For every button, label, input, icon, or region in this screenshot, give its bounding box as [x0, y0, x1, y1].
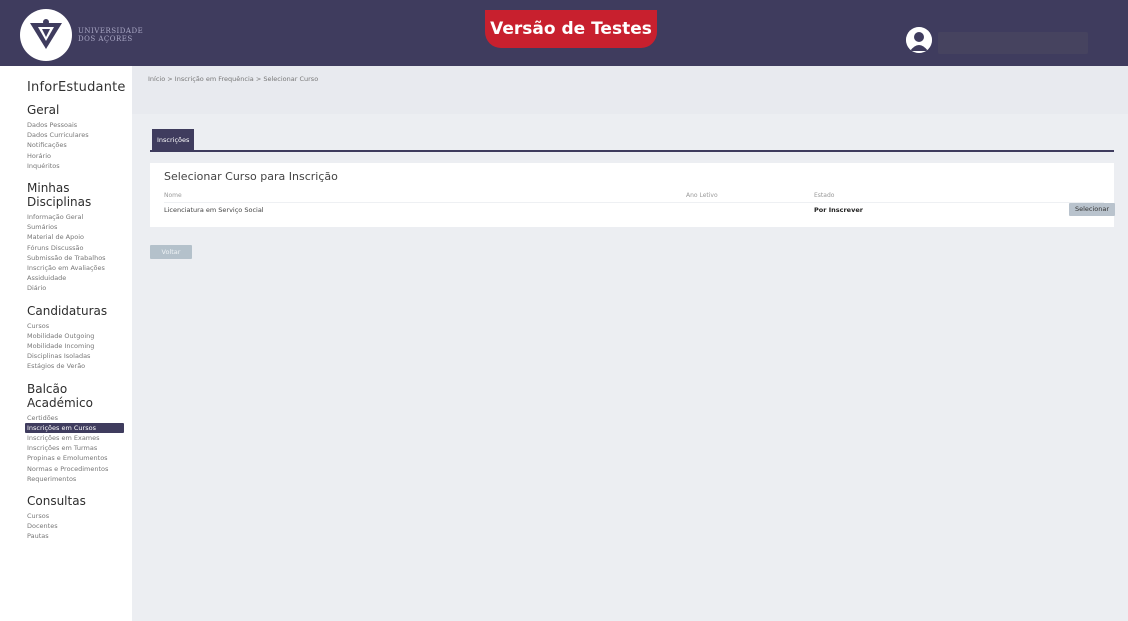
section-title-minhas-disciplinas: Minhas Disciplinas	[27, 181, 92, 210]
sidebar-item-certidoes[interactable]: Certidões	[27, 413, 132, 423]
select-button[interactable]: Selecionar	[1069, 203, 1115, 216]
tab-inscricoes[interactable]: Inscrições	[152, 129, 195, 151]
sidebar-item-inscricoes-cursos[interactable]: Inscrições em Cursos	[25, 422, 124, 434]
top-bar: UNIVERSIDADE DOS AÇORES Versão de Testes	[0, 0, 1128, 66]
sidebar-item-assiduidade[interactable]: Assiduidade	[27, 273, 132, 283]
course-name-cell: Licenciatura em Serviço Social	[164, 206, 264, 214]
card-title: Selecionar Curso para Inscrição	[164, 170, 338, 183]
section-title-geral: Geral	[27, 103, 60, 117]
sidebar-item-foruns-discussao[interactable]: Fóruns Discussão	[27, 243, 132, 253]
sidebar-item-estagios-verao[interactable]: Estágios de Verão	[27, 361, 132, 371]
sidebar-item-cursos[interactable]: Cursos	[27, 321, 132, 331]
sidebar-item-sumarios[interactable]: Sumários	[27, 222, 132, 232]
sidebar-item-submissao-trabalhos[interactable]: Submissão de Trabalhos	[27, 253, 132, 263]
sidebar-item-dados-curriculares[interactable]: Dados Curriculares	[27, 130, 132, 140]
sidebar-item-requerimentos[interactable]: Requerimentos	[27, 474, 132, 484]
column-header-nome: Nome	[164, 192, 182, 199]
back-button[interactable]: Voltar	[150, 245, 192, 259]
sidebar-item-inscricao-avaliacoes[interactable]: Inscrição em Avaliações	[27, 263, 132, 273]
logo-text: UNIVERSIDADE DOS AÇORES	[78, 27, 144, 43]
test-version-banner: Versão de Testes	[485, 10, 657, 48]
sidebar-item-dados-pessoais[interactable]: Dados Pessoais	[27, 120, 132, 130]
sidebar-item-horario[interactable]: Horário	[27, 151, 132, 161]
section-title-consultas: Consultas	[27, 494, 86, 509]
sidebar-item-mobilidade-incoming[interactable]: Mobilidade Incoming	[27, 341, 132, 351]
sidebar-item-notificacoes[interactable]: Notificações	[27, 140, 132, 150]
column-header-estado: Estado	[814, 192, 835, 199]
banner-label: Versão de Testes	[490, 19, 652, 39]
user-avatar-icon[interactable]	[906, 27, 932, 53]
sidebar-item-inqueritos[interactable]: Inquéritos	[27, 161, 132, 171]
user-name-field[interactable]	[938, 32, 1088, 54]
section-title-candidaturas: Candidaturas	[27, 303, 108, 318]
status-cell: Por Inscrever	[814, 206, 863, 214]
app-title: InforEstudante	[27, 80, 126, 95]
sidebar-item-docentes[interactable]: Docentes	[27, 521, 132, 531]
university-logo[interactable]: UNIVERSIDADE DOS AÇORES	[20, 9, 143, 61]
sidebar-item-inscricoes-turmas[interactable]: Inscrições em Turmas	[27, 443, 132, 453]
sidebar-item-informacao-geral[interactable]: Informação Geral	[27, 212, 132, 222]
sidebar-item-propinas-emolumentos[interactable]: Propinas e Emolumentos	[27, 453, 132, 463]
tab-underline	[150, 150, 1114, 152]
column-header-ano-letivo: Ano Letivo	[686, 192, 718, 199]
sidebar-item-consultas-cursos[interactable]: Cursos	[27, 511, 132, 521]
table-row-divider	[164, 202, 1104, 203]
sidebar-item-normas-procedimentos[interactable]: Normas e Procedimentos	[27, 464, 132, 474]
sidebar-item-material-de-apoio[interactable]: Material de Apoio	[27, 232, 132, 242]
sidebar-item-disciplinas-isoladas[interactable]: Disciplinas Isoladas	[27, 351, 132, 361]
sidebar-item-mobilidade-outgoing[interactable]: Mobilidade Outgoing	[27, 331, 132, 341]
sidebar-item-inscricoes-exames[interactable]: Inscrições em Exames	[27, 433, 132, 443]
course-selection-card: Selecionar Curso para Inscrição Nome Ano…	[150, 163, 1115, 227]
breadcrumb-bar: Início > Inscrição em Frequência > Selec…	[132, 66, 1128, 114]
content-panel: Inscrições Selecionar Curso para Inscriç…	[132, 114, 1128, 621]
sidebar-item-diario[interactable]: Diário	[27, 283, 132, 293]
section-title-balcao-academico: Balcão Académico	[27, 381, 93, 410]
main-area: Início > Inscrição em Frequência > Selec…	[132, 66, 1128, 621]
logo-emblem-icon	[20, 9, 72, 61]
breadcrumb[interactable]: Início > Inscrição em Frequência > Selec…	[148, 75, 318, 83]
sidebar: InforEstudante Geral Dados Pessoais Dado…	[0, 66, 132, 621]
sidebar-item-pautas[interactable]: Pautas	[27, 531, 132, 541]
